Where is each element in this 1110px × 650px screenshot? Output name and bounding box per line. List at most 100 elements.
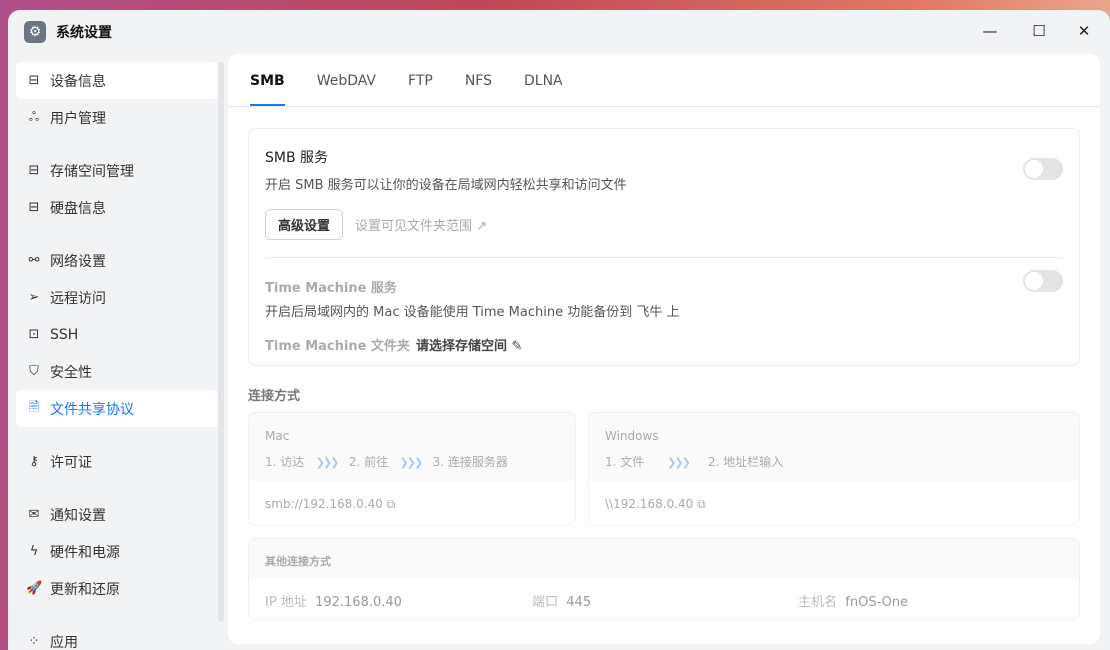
sidebar-item-update[interactable]: 🚀 更新和还原 [16,570,219,607]
tab-ftp[interactable]: FTP [408,54,433,106]
windows-address: \\192.168.0.40 ⧉ [605,497,706,512]
drive-icon: ⊟ [26,73,42,88]
sidebar-item-label: 远程访问 [50,288,106,308]
disk-icon: ⊟ [26,200,42,215]
smb-title: SMB 服务 [265,147,328,167]
sidebar-item-label: 硬盘信息 [50,198,106,218]
send-icon: ➢ [26,290,42,305]
code-icon: ⊡ [26,327,42,342]
close-button[interactable]: ✕ [1074,22,1094,40]
main-panel: SMB WebDAV FTP NFS DLNA SMB 服务 开启 SMB 服务… [228,54,1100,644]
gear-icon: ⚙ [24,21,46,43]
sidebar-item-power[interactable]: ϟ 硬件和电源 [16,533,219,570]
port-label: 端口 [532,595,558,610]
key-icon: ⚷ [26,454,42,469]
maximize-button[interactable]: ☐ [1029,22,1049,40]
hostname-label: 主机名 [798,595,837,610]
tm-description: 开启后局域网内的 Mac 设备能使用 Time Machine 功能备份到 飞牛… [265,301,680,320]
mail-icon: ✉ [26,507,42,522]
sidebar-item-label: 许可证 [50,452,92,472]
tab-webdav[interactable]: WebDAV [317,54,376,106]
other-connect-title: 其他连接方式 [265,553,331,569]
sidebar-item-notifications[interactable]: ✉ 通知设置 [16,496,219,533]
users-icon: ஃ [26,110,42,126]
tab-smb[interactable]: SMB [250,54,285,106]
sidebar-item-disk[interactable]: ⊟ 硬盘信息 [16,189,219,226]
sidebar-item-file-sharing[interactable]: 🗎文件共享协议 [16,390,219,427]
apps-icon: ⁘ [26,634,42,649]
smb-description: 开启 SMB 服务可以让你的设备在局域网内轻松共享和访问文件 [265,174,627,193]
power-icon: ϟ [26,544,42,559]
tm-toggle[interactable] [1023,270,1063,292]
settings-window: ⚙ 系统设置 — ☐ ✕ ⊟ 设备信息 ஃ 用户管理 ⊟ 存储空间管理 ⊟ 硬盘信息 ⚯… [8,10,1110,650]
ip-value: 192.168.0.40 [315,595,402,610]
sidebar-item-apps[interactable]: ⁘ 应用 [16,623,219,650]
copy-icon[interactable]: ⧉ [697,497,706,511]
ip-field: IP 地址 192.168.0.40 [265,591,402,610]
sidebar-item-ssh[interactable]: ⊡ SSH [16,316,219,353]
sidebar: ⊟ 设备信息 ஃ 用户管理 ⊟ 存储空间管理 ⊟ 硬盘信息 ⚯网络设置 ➢ 远程访问 ⊡ S… [16,62,219,650]
title-bar: ⚙ 系统设置 [8,10,1110,54]
chevrons-icon: ❯❯❯ [316,456,338,469]
mac-address: smb://192.168.0.40 ⧉ [265,497,395,512]
sidebar-item-remote[interactable]: ➢ 远程访问 [16,279,219,316]
ip-label: IP 地址 [265,595,307,610]
hostname-field: 主机名 fnOS-One [798,591,908,610]
sidebar-item-label: SSH [50,327,78,343]
mac-address-value: smb://192.168.0.40 [265,497,383,511]
sidebar-item-label: 通知设置 [50,505,106,525]
windows-label: Windows [605,429,659,443]
tm-title: Time Machine 服务 [265,277,397,296]
sidebar-item-label: 硬件和电源 [50,542,120,562]
tm-folder-label: Time Machine 文件夹 [265,335,410,354]
windows-address-value: \\192.168.0.40 [605,497,693,511]
sidebar-item-storage[interactable]: ⊟ 存储空间管理 [16,152,219,189]
sidebar-item-license[interactable]: ⚷ 许可证 [16,443,219,480]
step-1: 1. 文件 [605,455,644,469]
sidebar-item-label: 文件共享协议 [50,399,134,419]
sidebar-item-users[interactable]: ஃ 用户管理 [16,99,219,136]
sidebar-item-device-info[interactable]: ⊟ 设备信息 [16,62,219,99]
network-icon: ⚯ [26,253,42,268]
step-1: 1. 访达 [265,455,304,469]
tm-folder-value: 请选择存储空间 [416,339,507,354]
sidebar-scrollbar[interactable] [218,62,224,622]
external-link-icon: ↗ [476,219,487,234]
minimize-button[interactable]: — [980,22,1000,40]
sidebar-item-label: 应用 [50,632,78,650]
mac-steps: 1. 访达 ❯❯❯ 2. 前往 ❯❯❯ 3. 连接服务器 [265,453,508,470]
storage-icon: ⊟ [26,163,42,178]
hostname-value: fnOS-One [845,595,908,610]
visible-scope-link[interactable]: 设置可见文件夹范围 ↗ [355,215,487,234]
port-value: 445 [566,595,591,610]
sidebar-item-label: 用户管理 [50,108,106,128]
chevrons-icon: ❯❯❯ [667,456,689,469]
tm-folder-select[interactable]: 请选择存储空间 ✎ [416,335,522,354]
advanced-settings-button[interactable]: 高级设置 [265,209,343,240]
windows-connect-card: Windows 1. 文件 ❯❯❯ 2. 地址栏输入 \\192.168.0.4… [588,412,1080,526]
protocol-tabs: SMB WebDAV FTP NFS DLNA [228,54,1100,107]
copy-icon[interactable]: ⧉ [387,497,396,511]
chevrons-icon: ❯❯❯ [400,456,422,469]
sidebar-item-label: 存储空间管理 [50,161,134,181]
step-3: 3. 连接服务器 [433,455,508,469]
windows-steps: 1. 文件 ❯❯❯ 2. 地址栏输入 [605,453,783,470]
sidebar-item-label: 设备信息 [50,71,106,91]
rocket-icon: 🚀 [26,581,42,596]
port-field: 端口 445 [532,591,591,610]
sidebar-item-label: 安全性 [50,362,92,382]
visible-scope-label: 设置可见文件夹范围 [355,219,472,234]
sidebar-item-security[interactable]: ⛉ 安全性 [16,353,219,390]
mac-connect-card: Mac 1. 访达 ❯❯❯ 2. 前往 ❯❯❯ 3. 连接服务器 smb://1… [248,412,576,526]
connect-title: 连接方式 [248,385,300,404]
edit-icon: ✎ [512,339,523,354]
smb-toggle[interactable] [1023,158,1063,180]
other-connect-card: 其他连接方式 IP 地址 192.168.0.40 端口 445 主机名 fnO… [248,538,1080,620]
tab-nfs[interactable]: NFS [465,54,492,106]
shield-icon: ⛉ [26,364,42,379]
smb-card: SMB 服务 开启 SMB 服务可以让你的设备在局域网内轻松共享和访问文件 高级… [248,128,1080,366]
sidebar-item-label: 更新和还原 [50,579,120,599]
tab-dlna[interactable]: DLNA [524,54,563,106]
sidebar-item-network[interactable]: ⚯网络设置 [16,242,219,279]
step-2: 2. 地址栏输入 [708,455,783,469]
